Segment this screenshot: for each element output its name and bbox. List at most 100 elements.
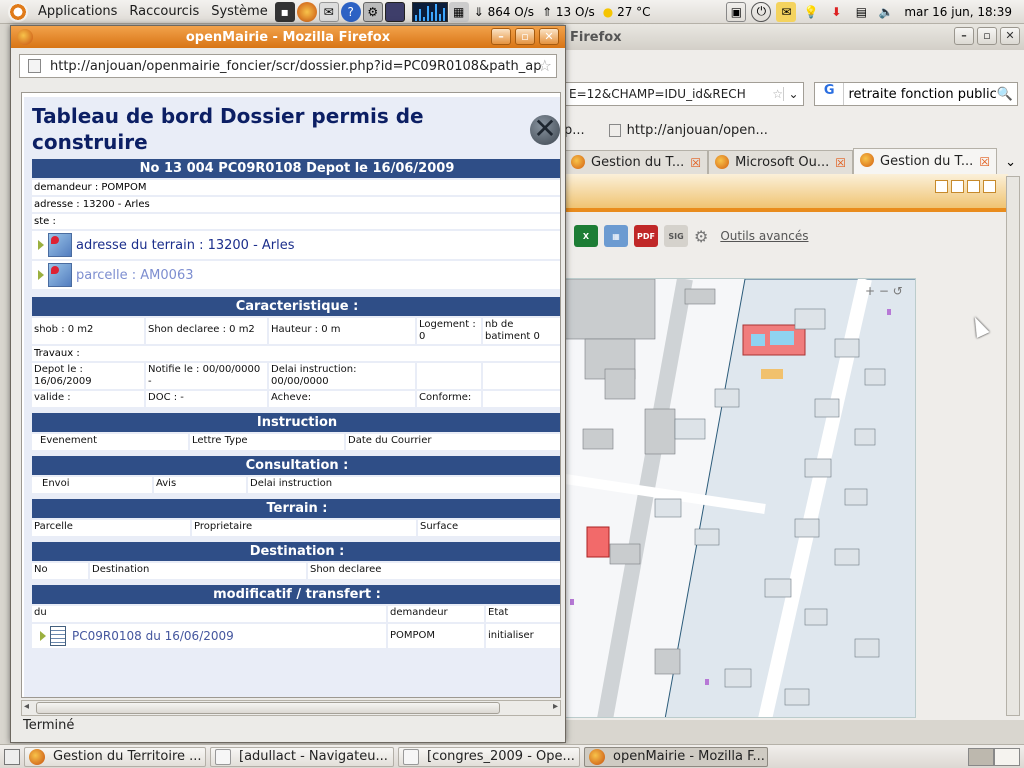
maximize-button[interactable]: ▫ xyxy=(977,27,997,45)
tab-close-icon[interactable]: ☒ xyxy=(979,155,990,169)
maximize-button[interactable]: ▫ xyxy=(515,28,535,45)
task-label: openMairie - Mozilla F... xyxy=(613,749,765,764)
task-congres[interactable]: [congres_2009 - Ope... xyxy=(398,746,580,767)
terrain-link[interactable]: adresse du terrain : 13200 - Arles xyxy=(76,238,295,253)
tab-close-icon[interactable]: ☒ xyxy=(835,156,846,170)
background-window-titlebar[interactable]: Firefox – ▫ ✕ xyxy=(564,24,1024,50)
tab-gestion-2[interactable]: Gestion du T... ☒ xyxy=(853,148,998,174)
url-dropdown-icon[interactable]: ⌄ xyxy=(783,87,803,101)
parcelle-link[interactable]: parcelle : AM0063 xyxy=(76,268,193,283)
menu-applications[interactable]: Applications xyxy=(32,4,123,19)
clock[interactable]: mar 16 jun, 18:39 xyxy=(904,5,1012,19)
section-terrain: Terrain : xyxy=(32,499,560,518)
help-icon[interactable]: ? xyxy=(340,1,361,22)
col-parcelle: Parcelle xyxy=(32,520,192,536)
scroll-right-icon[interactable]: ▸ xyxy=(553,701,558,712)
col-lettre-type: Lettre Type xyxy=(190,434,346,450)
parcelle-link-row[interactable]: parcelle : AM0063 xyxy=(32,261,560,289)
dossier-header: No 13 004 PC09R0108 Depot le 16/06/2009 xyxy=(32,159,560,178)
tab-list-icon[interactable]: ⌄ xyxy=(1005,155,1016,170)
col-envoi: Envoi xyxy=(32,477,154,493)
delai-cell: Delai instruction: 00/00/0000 xyxy=(269,363,417,389)
bulb-icon[interactable]: 💡 xyxy=(801,2,821,22)
map-icon[interactable] xyxy=(48,233,72,257)
tab-close-icon[interactable]: ☒ xyxy=(690,156,701,170)
modif-link[interactable]: PC09R0108 du 16/06/2009 xyxy=(72,630,234,642)
popup-content: Tableau de bord Dossier permis de constr… xyxy=(21,92,561,698)
expand-arrow-icon[interactable] xyxy=(38,270,44,280)
popup-url-field[interactable]: http://anjouan/openmairie_foncier/scr/do… xyxy=(19,54,557,78)
background-url-field[interactable]: E=12&CHAMP=IDU_id&RECH ☆ ⌄ xyxy=(564,82,804,106)
search-icon[interactable]: 🔍 xyxy=(997,87,1017,102)
tool-icon[interactable] xyxy=(935,180,948,193)
power-icon[interactable]: ⏻ xyxy=(751,1,772,22)
show-desktop-icon[interactable] xyxy=(4,748,20,765)
popup-titlebar[interactable]: openMairie - Mozilla Firefox – ▫ ✕ xyxy=(11,26,565,48)
tab-gestion-1[interactable]: Gestion du T... ☒ xyxy=(564,150,709,174)
applet-icon[interactable]: ▣ xyxy=(726,1,747,22)
volume-icon[interactable]: 🔈 xyxy=(876,2,896,22)
close-button[interactable]: ✕ xyxy=(539,28,559,45)
tab-microsoft[interactable]: Microsoft Ou... ☒ xyxy=(708,150,854,174)
task-label: [congres_2009 - Ope... xyxy=(427,749,575,764)
terminal-icon[interactable]: ▪ xyxy=(274,1,295,22)
bookmark-star-icon[interactable]: ☆ xyxy=(538,56,552,75)
popup-horizontal-scrollbar[interactable]: ◂ ▸ xyxy=(21,700,561,716)
travaux-text: Travaux : xyxy=(32,346,560,361)
firefox-icon xyxy=(589,748,605,765)
tool-icon[interactable] xyxy=(951,180,964,193)
scroll-thumb[interactable] xyxy=(36,702,500,714)
col-proprietaire: Proprietaire xyxy=(192,520,418,536)
expand-arrow-icon[interactable] xyxy=(38,240,44,250)
map-icon[interactable] xyxy=(48,263,72,287)
cadastre-map[interactable]: + − ↺ xyxy=(564,278,916,718)
network-config-icon[interactable]: ⚙ xyxy=(362,1,383,22)
modif-etat-cell: initialiser xyxy=(486,624,560,648)
background-url-value: E=12&CHAMP=IDU_id&RECH xyxy=(569,87,746,101)
empty-cell xyxy=(483,363,560,389)
modif-link-cell[interactable]: PC09R0108 du 16/06/2009 xyxy=(32,624,388,648)
notes-icon[interactable]: ✉ xyxy=(776,1,797,22)
carac-row-2: Depot le : 16/06/2009 Notifie le : 00/00… xyxy=(32,363,560,389)
outils-avances-link[interactable]: Outils avancés xyxy=(720,229,808,243)
workspace-switcher[interactable] xyxy=(968,747,1020,766)
monitor-icon[interactable] xyxy=(384,1,405,22)
google-engine-icon[interactable]: G xyxy=(815,83,845,105)
task-gestion[interactable]: Gestion du Territoire ... xyxy=(24,746,206,767)
minimize-button[interactable]: – xyxy=(491,28,511,45)
scroll-left-icon[interactable]: ◂ xyxy=(24,701,29,712)
document-icon[interactable] xyxy=(50,626,66,646)
menu-systeme[interactable]: Système xyxy=(205,4,273,19)
update-icon[interactable]: ⬇ xyxy=(826,2,846,22)
weather-readout[interactable]: ● 27 °C xyxy=(603,5,651,19)
tool-icon[interactable] xyxy=(983,180,996,193)
firefox-launcher-icon[interactable] xyxy=(296,1,317,22)
menu-raccourcis[interactable]: Raccourcis xyxy=(123,4,205,19)
bookmark-star-icon[interactable]: ☆ xyxy=(772,87,783,101)
sig-icon[interactable]: SIG xyxy=(664,225,688,247)
expand-arrow-icon[interactable] xyxy=(40,631,46,641)
modif-header: du demandeur Etat xyxy=(32,606,560,622)
bookmark-item[interactable]: p... xyxy=(564,123,585,138)
excel-export-icon[interactable]: X xyxy=(574,225,598,247)
task-openmairie[interactable]: openMairie - Mozilla F... xyxy=(584,746,768,767)
search-field[interactable]: G retraite fonction public 🔍 xyxy=(814,82,1018,106)
wired-network-icon[interactable]: ▤ xyxy=(851,2,871,22)
terrain-link-row[interactable]: adresse du terrain : 13200 - Arles xyxy=(32,231,560,259)
minimize-button[interactable]: – xyxy=(954,27,974,45)
close-dashboard-icon[interactable]: ✕ xyxy=(530,115,560,145)
background-scrollbar[interactable] xyxy=(1006,176,1020,716)
pdf-export-icon[interactable]: PDF xyxy=(634,225,658,247)
close-button[interactable]: ✕ xyxy=(1000,27,1020,45)
workspace-2[interactable] xyxy=(994,747,1020,766)
mail-icon[interactable]: ✉ xyxy=(318,1,339,22)
workspace-1[interactable] xyxy=(968,747,994,766)
header-tools xyxy=(935,180,996,193)
tool-icon[interactable] xyxy=(967,180,980,193)
bookmark-item[interactable]: http://anjouan/open... xyxy=(627,123,768,138)
network-icon[interactable]: ▦ xyxy=(448,1,469,22)
ubuntu-logo-icon[interactable] xyxy=(8,1,28,22)
task-adullact[interactable]: [adullact - Navigateu... xyxy=(210,746,394,767)
image-export-icon[interactable]: ▦ xyxy=(604,225,628,247)
carac-row-3: valide : DOC : - Acheve: Conforme: xyxy=(32,391,560,407)
